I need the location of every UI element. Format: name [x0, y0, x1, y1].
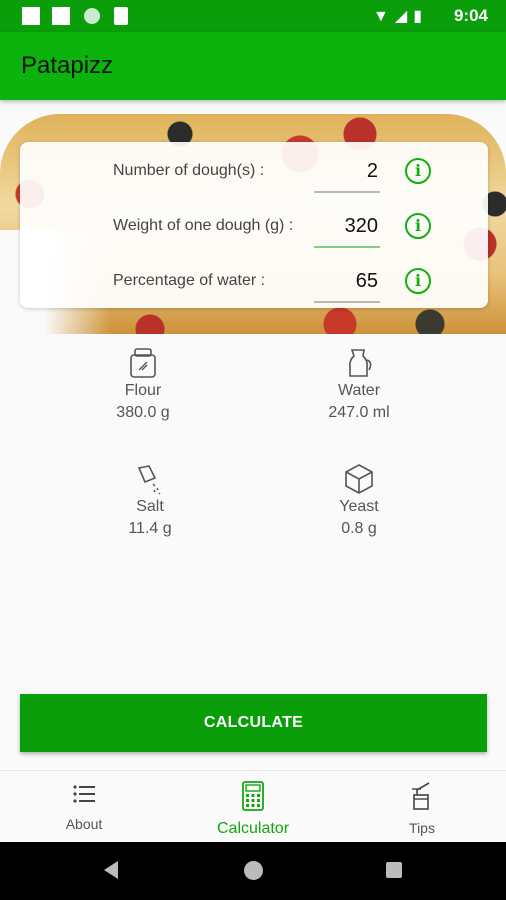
water-label: Water	[337, 382, 381, 399]
flour-label: Flour	[124, 382, 162, 399]
home-icon[interactable]	[244, 861, 263, 880]
info-icon[interactable]: i	[405, 213, 431, 239]
flour-bag-icon	[130, 348, 156, 378]
status-bar: ▼◢▮ 9:04	[0, 0, 506, 32]
nav-about-label: About	[65, 816, 103, 832]
calculate-button[interactable]: CALCULATE	[20, 694, 487, 752]
bottom-navigation: About Calculator Tips	[0, 770, 506, 842]
calculator-icon	[242, 781, 264, 811]
salt-result: Salt 11.4 g	[75, 462, 225, 538]
system-navigation-bar	[0, 842, 506, 900]
info-icon[interactable]: i	[405, 158, 431, 184]
water-result: Water 247.0 ml	[284, 346, 434, 422]
yeast-result: Yeast 0.8 g	[284, 462, 434, 538]
notification-icon	[22, 7, 40, 25]
app-bar: Patapizz	[0, 32, 506, 100]
dough-count-label: Number of dough(s) :	[113, 162, 265, 179]
flour-result: Flour 380.0 g	[68, 346, 218, 422]
nav-about[interactable]: About	[0, 781, 168, 832]
salt-label: Salt	[136, 498, 164, 515]
info-icon[interactable]: i	[405, 268, 431, 294]
water-percentage-input[interactable]: 65	[314, 267, 380, 299]
notification-icon	[52, 7, 70, 25]
yeast-cube-icon	[345, 464, 373, 494]
flour-amount: 380.0 g	[116, 404, 170, 421]
nav-tips-label: Tips	[409, 820, 435, 836]
nav-tips[interactable]: Tips	[338, 781, 506, 836]
app-title: Patapizz	[21, 52, 114, 79]
notification-icon	[84, 8, 100, 24]
dough-weight-row: Weight of one dough (g) : 320 i	[20, 207, 488, 248]
dough-count-row: Number of dough(s) : 2 i	[20, 152, 488, 193]
nav-calculator-label: Calculator	[216, 820, 290, 837]
dough-weight-label: Weight of one dough (g) :	[113, 217, 294, 234]
water-jug-icon	[349, 349, 372, 377]
nav-calculator[interactable]: Calculator	[169, 781, 337, 838]
recent-apps-icon[interactable]	[386, 862, 402, 878]
sd-card-icon	[114, 7, 128, 25]
salt-amount: 11.4 g	[128, 520, 172, 537]
system-icons: ▼◢▮	[373, 8, 428, 25]
yeast-amount: 0.8 g	[341, 520, 377, 537]
water-percentage-row: Percentage of water : 65 i	[20, 262, 488, 303]
back-icon[interactable]	[104, 861, 118, 879]
dough-input-card: Number of dough(s) : 2 i Weight of one d…	[20, 142, 488, 308]
status-time: 9:04	[453, 6, 488, 25]
dough-weight-input[interactable]: 320	[314, 212, 380, 244]
list-icon	[73, 785, 95, 803]
water-amount: 247.0 ml	[328, 404, 390, 421]
dough-count-input[interactable]: 2	[314, 157, 380, 189]
yeast-label: Yeast	[339, 498, 379, 515]
water-percentage-label: Percentage of water :	[113, 272, 266, 289]
tips-icon	[412, 782, 430, 810]
salt-shaker-icon	[137, 465, 161, 495]
